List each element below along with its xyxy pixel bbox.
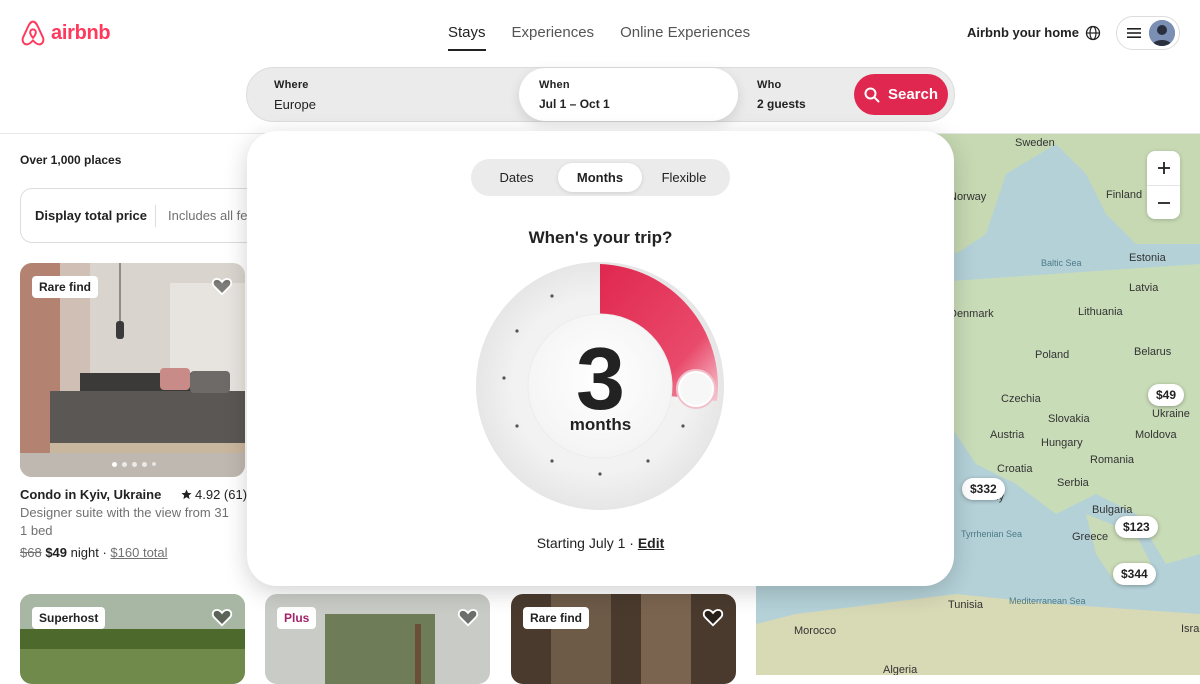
search-button-label: Search <box>887 86 939 103</box>
tab-flexible[interactable]: Flexible <box>642 163 726 192</box>
photo-pagination-dots <box>112 462 156 467</box>
when-field[interactable]: When Jul 1 – Oct 1 <box>519 68 738 121</box>
map-label-hungary: Hungary <box>1041 437 1083 449</box>
hamburger-icon <box>1127 28 1141 38</box>
heart-icon[interactable] <box>211 606 233 628</box>
who-field[interactable]: Who 2 guests <box>757 68 857 121</box>
airbnb-logo-icon <box>21 20 45 46</box>
globe-icon[interactable] <box>1085 25 1101 41</box>
listing-title[interactable]: Condo in Kyiv, Ukraine <box>20 487 161 502</box>
divider <box>155 205 156 227</box>
airbnb-your-home-link[interactable]: Airbnb your home <box>967 25 1079 40</box>
map-label-poland: Poland <box>1035 349 1070 361</box>
discounted-price: $49 <box>45 545 68 560</box>
total-price-link[interactable]: $160 total <box>110 545 167 560</box>
edit-start-date-link[interactable]: Edit <box>638 535 664 551</box>
price-pin[interactable]: $49 <box>1148 384 1185 406</box>
tab-online-experiences[interactable]: Online Experiences <box>620 22 750 51</box>
top-header: airbnb Stays Experiences Online Experien… <box>0 0 1200 134</box>
map-label-slovakia: Slovakia <box>1048 413 1090 425</box>
map-label-croatia: Croatia <box>997 463 1033 475</box>
original-price: $68 <box>20 545 42 560</box>
plus-icon <box>1157 162 1170 174</box>
map-label-morocco: Morocco <box>794 625 837 637</box>
map-label-greece: Greece <box>1072 531 1109 543</box>
listing-rating: 4.92 (61) <box>181 487 247 502</box>
map-label-romania: Romania <box>1090 454 1135 466</box>
who-value: 2 guests <box>757 97 806 111</box>
map-label-latvia: Latvia <box>1129 282 1159 294</box>
heart-icon[interactable] <box>457 606 479 628</box>
map-label-bulgaria: Bulgaria <box>1092 504 1133 516</box>
map-label-isra: Isra <box>1181 623 1200 635</box>
when-value: Jul 1 – Oct 1 <box>539 97 610 111</box>
rating-value: 4.92 (61) <box>195 487 248 502</box>
tab-months[interactable]: Months <box>558 163 642 192</box>
user-menu-button[interactable] <box>1116 16 1180 50</box>
results-count: Over 1,000 places <box>20 153 122 167</box>
heart-icon[interactable] <box>211 275 233 297</box>
zoom-in-button[interactable] <box>1147 151 1180 185</box>
where-label: Where <box>274 79 309 91</box>
map-label-moldova: Moldova <box>1135 429 1177 441</box>
plus-badge: Plus <box>277 607 317 629</box>
where-field[interactable]: Where Europe <box>274 68 514 121</box>
price-pin[interactable]: $332 <box>962 478 1005 500</box>
map-label-serbia: Serbia <box>1057 477 1089 489</box>
airbnb-logo[interactable]: airbnb <box>20 19 111 47</box>
map-label-estonia: Estonia <box>1129 252 1166 264</box>
search-button[interactable]: Search <box>854 74 948 115</box>
months-unit: months <box>569 415 632 434</box>
map-label-belarus: Belarus <box>1134 346 1172 358</box>
where-value: Europe <box>274 97 316 112</box>
map-label-baltic-sea: Baltic Sea <box>1041 258 1082 268</box>
date-mode-tabs: Dates Months Flexible <box>471 159 730 196</box>
map-label-mediterranean-sea: Mediterranean Sea <box>1009 596 1086 606</box>
map-label-finland: Finland <box>1106 189 1143 201</box>
map-label-czechia: Czechia <box>1001 393 1041 405</box>
starting-label: Starting July 1 · <box>536 535 634 551</box>
listing-price: $68 $49 night · $160 total <box>20 545 168 560</box>
trip-question: When's your trip? <box>528 228 673 247</box>
price-pin[interactable]: $344 <box>1113 563 1156 585</box>
price-pin[interactable]: $123 <box>1115 516 1158 538</box>
avatar <box>1149 20 1175 46</box>
tab-stays[interactable]: Stays <box>448 22 486 51</box>
map-label-algeria: Algeria <box>883 664 918 675</box>
map-label-lithuania: Lithuania <box>1078 306 1123 318</box>
listing-description: Designer suite with the view from 31 <box>20 505 229 520</box>
per-night: night · <box>70 545 107 560</box>
heart-icon[interactable] <box>702 606 724 628</box>
search-bar: Where Europe When Jul 1 – Oct 1 Who 2 gu… <box>246 67 955 122</box>
months-value: 3 <box>576 329 625 428</box>
zoom-out-button[interactable] <box>1147 185 1180 219</box>
who-label: Who <box>757 79 782 91</box>
rare-find-badge: Rare find <box>32 276 99 298</box>
map-label-tyrrhenian-sea: Tyrrhenian Sea <box>961 529 1023 539</box>
tab-dates[interactable]: Dates <box>475 163 558 192</box>
map-zoom-controls <box>1147 151 1180 219</box>
logo-text: airbnb <box>51 21 111 44</box>
listing-beds: 1 bed <box>20 523 53 538</box>
rare-find-badge: Rare find <box>523 607 590 629</box>
map-label-austria: Austria <box>990 429 1025 441</box>
map-label-ukraine: Ukraine <box>1152 408 1190 420</box>
when-label: When <box>539 79 570 91</box>
map-label-norway: Norway <box>949 191 987 203</box>
map-label-denmark: Denmark <box>949 308 994 320</box>
star-icon <box>181 489 192 500</box>
price-toggle-label: Display total price <box>35 208 147 223</box>
starting-date-text: Starting July 1 · Edit <box>247 535 954 551</box>
date-picker-modal: Dates Months Flexible When's your trip? <box>247 131 954 586</box>
search-icon <box>864 87 880 102</box>
main-nav: Stays Experiences Online Experiences <box>448 22 750 51</box>
tab-experiences[interactable]: Experiences <box>512 22 595 51</box>
superhost-badge: Superhost <box>32 607 106 629</box>
map-label-tunisia: Tunisia <box>948 599 984 611</box>
minus-icon <box>1157 201 1170 204</box>
map-label-sweden: Sweden <box>1015 137 1055 149</box>
